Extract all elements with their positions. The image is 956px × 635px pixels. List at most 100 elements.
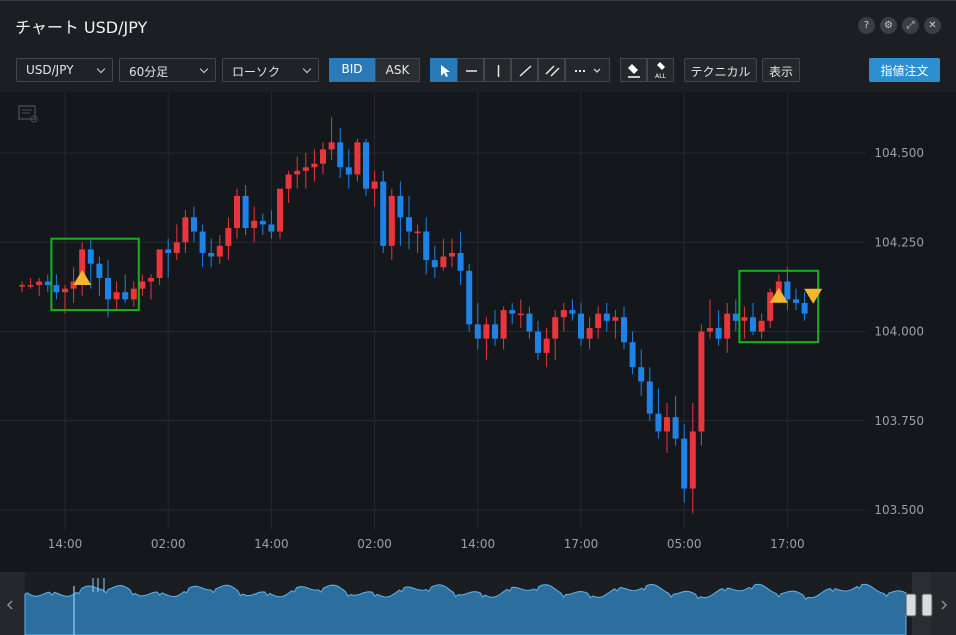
candle [681, 424, 688, 503]
time-tick-label: 17:00 [770, 537, 805, 551]
chevron-down-icon [96, 64, 106, 74]
navigator-svg[interactable] [0, 572, 956, 635]
settings-icon[interactable]: ⚙ [880, 17, 897, 34]
expand-icon[interactable]: ⤢ [902, 17, 919, 34]
candle [208, 238, 215, 268]
parallel-line-tool[interactable] [538, 58, 565, 82]
candle [569, 299, 576, 321]
price-axis: 104.500 104.250 104.000 103.750 103.500 [874, 146, 924, 517]
candle [182, 210, 189, 253]
cursor-tool[interactable] [430, 58, 457, 82]
trade-markers [73, 269, 823, 304]
candle [130, 281, 137, 307]
candle [285, 170, 292, 203]
limit-order-button[interactable]: 指値注文 [869, 58, 940, 82]
candle [457, 231, 464, 286]
chart-area[interactable]: 104.500 104.250 104.000 103.750 103.500 14:0… [0, 92, 956, 572]
candle [122, 274, 129, 303]
horizontal-line-icon [466, 70, 477, 72]
candle [216, 235, 223, 264]
candle [750, 302, 756, 336]
candle [646, 367, 653, 421]
candle [44, 274, 51, 293]
candle [672, 395, 679, 446]
candle [388, 188, 395, 261]
navigator-panel[interactable] [0, 572, 956, 635]
candle [199, 224, 206, 268]
candle [517, 299, 524, 328]
currency-pair-select[interactable]: USD/JPY [16, 58, 113, 82]
candle [715, 310, 722, 346]
candle [449, 238, 455, 268]
cursor-icon [441, 65, 450, 77]
candle [526, 306, 533, 339]
candle [466, 263, 473, 332]
trend-line-tool[interactable] [511, 58, 538, 82]
display-button[interactable]: 表示 [762, 58, 800, 82]
candle [36, 277, 43, 296]
candle [707, 299, 713, 339]
price-tick-label: 104.000 [874, 325, 924, 339]
price-tick-label: 104.500 [874, 146, 924, 160]
eraser-tool[interactable] [620, 58, 647, 82]
buy-signal-marker[interactable] [73, 269, 92, 285]
help-icon[interactable]: ? [858, 17, 875, 34]
trend-line-icon [519, 65, 532, 77]
candle [603, 302, 610, 332]
candle [414, 224, 421, 253]
time-tick-label: 14:00 [461, 537, 496, 551]
candle [242, 185, 249, 236]
candle [500, 306, 507, 350]
candle [431, 245, 438, 278]
candle [268, 210, 275, 239]
time-tick-label: 05:00 [667, 537, 702, 551]
navigator-left-handle[interactable] [905, 593, 917, 617]
eraser-icon [628, 64, 640, 78]
candlestick-chart[interactable]: 104.500 104.250 104.000 103.750 103.500 14:0… [0, 92, 956, 572]
sell-signal-marker[interactable] [804, 288, 823, 304]
candle [337, 128, 344, 178]
candle [586, 317, 593, 350]
candle [552, 310, 559, 361]
candle [302, 153, 309, 189]
candle [629, 331, 636, 375]
candle [595, 306, 602, 339]
candle [741, 306, 748, 339]
candle [156, 249, 163, 286]
candle [294, 156, 301, 189]
candle [320, 142, 326, 175]
candle [483, 317, 490, 361]
technical-button[interactable]: テクニカル [684, 58, 757, 82]
candle [509, 302, 516, 325]
ask-button[interactable]: ASK [375, 58, 420, 82]
chart-list-icon[interactable] [18, 105, 38, 123]
candle [724, 302, 731, 353]
candle [70, 267, 77, 303]
candle [406, 195, 412, 250]
erase-all-tool[interactable]: ALL [647, 58, 674, 82]
candle [560, 302, 567, 332]
time-tick-label: 02:00 [357, 537, 392, 551]
timeframe-value: 60分足 [129, 65, 169, 79]
candle [664, 402, 670, 453]
timeframe-select[interactable]: 60分足 [119, 58, 216, 82]
candle [191, 206, 197, 243]
candle [655, 388, 662, 439]
vertical-line-icon [497, 65, 500, 77]
chart-style-select[interactable]: ローソク [222, 58, 319, 82]
candle [234, 188, 240, 239]
close-icon[interactable]: ✕ [924, 17, 941, 34]
vertical-line-tool[interactable] [484, 58, 511, 82]
price-tick-label: 103.500 [874, 503, 924, 517]
candle [801, 292, 808, 321]
candle [225, 217, 232, 261]
price-tick-label: 103.750 [874, 414, 924, 428]
currency-pair-value: USD/JPY [26, 63, 74, 77]
candle [363, 138, 369, 196]
bid-button[interactable]: BID [329, 58, 375, 82]
candle [689, 402, 696, 514]
line-style-tool[interactable] [565, 58, 610, 82]
candle [440, 238, 447, 271]
horizontal-line-tool[interactable] [457, 58, 484, 82]
navigator-right-handle[interactable] [921, 593, 933, 617]
